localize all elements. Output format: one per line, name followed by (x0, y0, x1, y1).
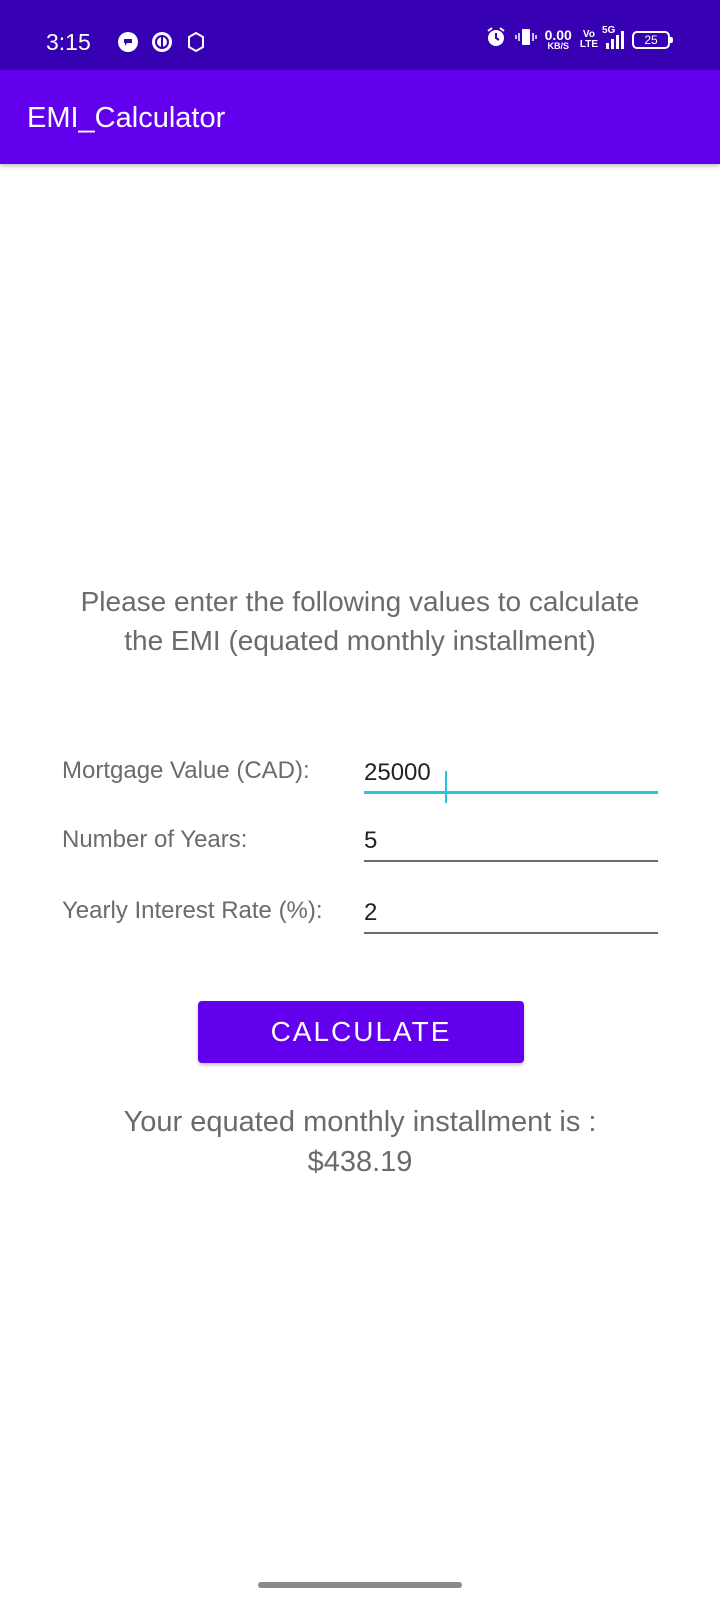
result-value: $438.19 (307, 1146, 413, 1178)
home-indicator[interactable] (258, 1582, 462, 1588)
app-bar: EMI_Calculator (0, 70, 720, 164)
instructions-text: Please enter the following values to cal… (80, 586, 640, 656)
interest-rate-label: Yearly Interest Rate (%): (62, 897, 323, 924)
interest-rate-input[interactable] (364, 894, 658, 934)
years-input[interactable] (364, 822, 658, 862)
notification-icons (116, 30, 208, 59)
settings-icon (184, 30, 208, 59)
years-label: Number of Years: (62, 826, 248, 853)
status-time: 3:15 (46, 29, 91, 55)
network-speed: 0.00 KB/S (544, 26, 572, 51)
signal-icon: 5G (602, 25, 624, 49)
result-label: Your equated monthly installment is : (123, 1106, 597, 1138)
app-title: EMI_Calculator (27, 102, 226, 134)
result-block: Your equated monthly installment is : $4… (80, 1102, 640, 1182)
mortgage-value-input[interactable] (364, 754, 658, 794)
system-icons: 0.00 KB/S Vo LTE 5G 25 (485, 25, 673, 53)
calculate-button[interactable]: CALCULATE (198, 1001, 524, 1063)
mortgage-label: Mortgage Value (CAD): (62, 757, 310, 784)
app-notification-icon (150, 30, 174, 59)
alarm-icon (485, 26, 507, 53)
battery-level: 25 (644, 32, 658, 47)
vibrate-icon (514, 26, 537, 53)
status-bar: 3:15 0.00 KB/S Vo LTE 5G 25 (0, 0, 720, 70)
network-speed-value: 0.00 (544, 26, 572, 43)
network-speed-unit: KB/S (547, 40, 569, 51)
volte-top: Vo (582, 28, 595, 40)
volte-indicator: Vo LTE (579, 28, 598, 50)
app-notification-icon (116, 30, 140, 59)
text-cursor (445, 771, 447, 803)
network-type: 5G (602, 24, 616, 36)
volte-bottom: LTE (579, 38, 598, 50)
battery-icon: 25 (632, 30, 673, 49)
